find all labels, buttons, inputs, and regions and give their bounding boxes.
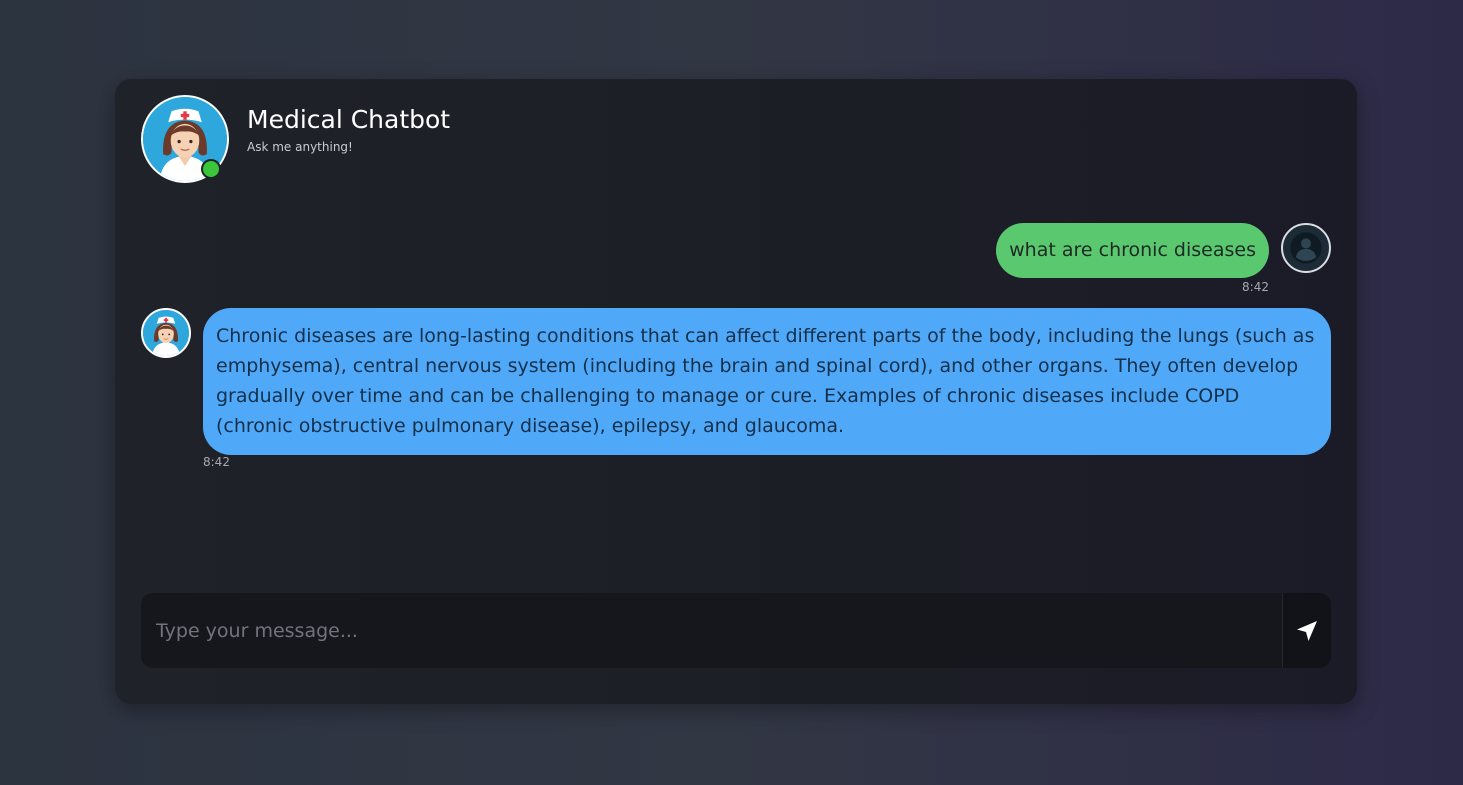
chat-title: Medical Chatbot bbox=[247, 105, 451, 134]
send-button[interactable] bbox=[1282, 593, 1331, 668]
chat-window: Medical Chatbot Ask me anything! what ar… bbox=[115, 79, 1357, 704]
bot-message-bubble: Chronic diseases are long-lasting condit… bbox=[203, 308, 1331, 455]
online-status-indicator bbox=[201, 159, 221, 179]
message-input[interactable] bbox=[141, 593, 1282, 668]
user-message-bubble: what are chronic diseases bbox=[996, 223, 1269, 278]
user-avatar-icon bbox=[1281, 223, 1331, 273]
chat-subtitle: Ask me anything! bbox=[247, 140, 353, 154]
bot-message-time: 8:42 bbox=[203, 455, 230, 469]
bot-avatar-icon bbox=[141, 308, 191, 358]
user-message-time: 8:42 bbox=[1242, 280, 1269, 294]
message-composer bbox=[141, 593, 1331, 668]
send-arrow-icon bbox=[1297, 620, 1317, 641]
